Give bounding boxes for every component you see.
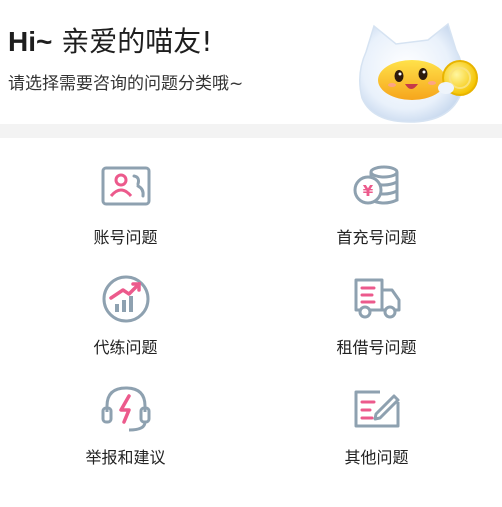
category-account[interactable]: 账号问题 [0,138,251,248]
category-label: 举报和建议 [85,448,166,467]
category-label: 账号问题 [93,228,158,247]
coin-stack-icon: ¥ [353,165,398,205]
greeting-hi: Hi~ [8,26,53,57]
category-other[interactable]: 其他问题 [251,358,502,468]
edit-note-icon [354,390,399,428]
category-label: 租借号问题 [336,338,417,357]
category-report-suggest[interactable]: 举报和建议 [0,358,251,468]
category-first-charge[interactable]: ¥ 首充号问题 [251,138,502,248]
header: Hi~ 亲爱的喵友! 请选择需要咨询的问题分类哦~ [0,0,502,124]
greeting-subtitle: 请选择需要咨询的问题分类哦~ [8,74,244,94]
section-divider [0,124,502,138]
category-boosting[interactable]: 代练问题 [0,248,251,358]
greeting-title: Hi~ 亲爱的喵友! [8,20,213,60]
greeting-text: 亲爱的喵友! [61,25,213,58]
category-grid: 账号问题 ¥ 首充号问题 代练问题 租借号问题 举报和建议 其他问题 [0,138,502,507]
category-label: 其他问题 [344,448,409,467]
account-card-icon [101,166,150,206]
category-label: 代练问题 [93,338,158,357]
category-label: 首充号问题 [336,228,417,247]
svg-text:¥: ¥ [362,182,373,200]
cat-mascot-icon [359,22,478,123]
delivery-truck-icon [354,278,400,319]
growth-chart-icon [102,275,149,323]
category-rental[interactable]: 租借号问题 [251,248,502,358]
headset-icon [101,386,150,432]
